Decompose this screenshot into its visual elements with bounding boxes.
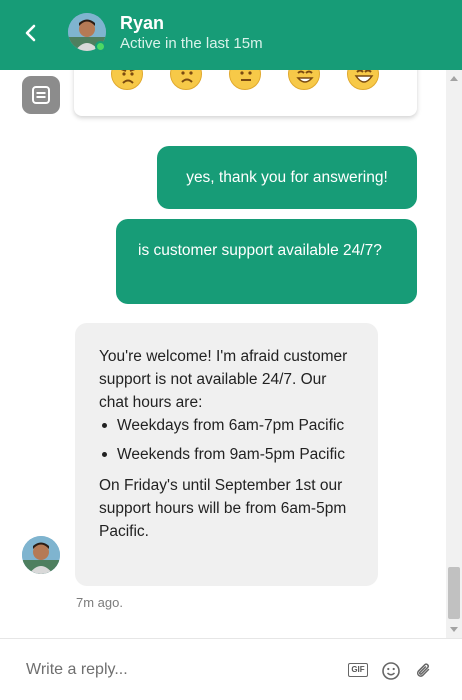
agent-status: Active in the last 15m bbox=[120, 35, 263, 52]
chevron-left-icon bbox=[25, 24, 36, 42]
agent-message: You're welcome! I'm afraid customer supp… bbox=[75, 323, 378, 586]
smiling-face-icon[interactable] bbox=[288, 70, 320, 90]
list-item: Weekdays from 6am-7pm Pacific bbox=[99, 414, 358, 437]
scrollbar-thumb[interactable] bbox=[448, 567, 460, 619]
agent-name: Ryan bbox=[120, 13, 165, 33]
scroll-down-arrow[interactable] bbox=[450, 627, 458, 632]
agent-avatar bbox=[22, 536, 60, 574]
bot-avatar bbox=[22, 76, 60, 114]
scrollbar[interactable] bbox=[446, 70, 462, 638]
scroll-up-arrow[interactable] bbox=[450, 76, 458, 81]
user-message: is customer support available 24/7? bbox=[116, 219, 417, 304]
chat-header: Ryan Active in the last 15m bbox=[0, 0, 462, 70]
reply-input[interactable] bbox=[14, 653, 334, 687]
angry-face-icon[interactable] bbox=[111, 70, 143, 90]
gif-icon[interactable]: GIF bbox=[348, 663, 368, 677]
agent-message-outro: On Friday's until September 1st our supp… bbox=[99, 477, 347, 540]
bot-icon bbox=[32, 86, 50, 104]
chat-widget: Ryan Active in the last 15m yes, thank y… bbox=[0, 0, 462, 700]
paperclip-icon[interactable] bbox=[414, 661, 434, 681]
agent-message-intro: You're welcome! I'm afraid customer supp… bbox=[99, 348, 348, 411]
hours-list: Weekdays from 6am-7pm Pacific Weekends f… bbox=[99, 414, 358, 466]
grinning-face-icon[interactable] bbox=[347, 70, 379, 90]
satisfaction-rating-card bbox=[74, 70, 417, 116]
list-item: Weekends from 9am-5pm Pacific bbox=[99, 443, 358, 466]
online-status-dot bbox=[95, 41, 106, 52]
emoji-icon[interactable] bbox=[381, 661, 401, 681]
sad-face-icon[interactable] bbox=[170, 70, 202, 90]
neutral-face-icon[interactable] bbox=[229, 70, 261, 90]
reply-composer: GIF bbox=[0, 638, 462, 700]
message-timestamp: 7m ago. bbox=[76, 595, 123, 610]
back-button[interactable] bbox=[16, 18, 46, 48]
message-list[interactable]: yes, thank you for answering! is custome… bbox=[0, 70, 446, 638]
user-message: yes, thank you for answering! bbox=[157, 146, 417, 209]
